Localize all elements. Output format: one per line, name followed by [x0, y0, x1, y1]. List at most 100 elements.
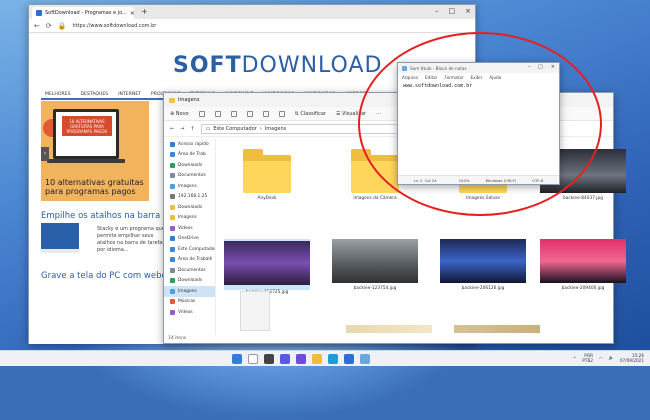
nav-item[interactable]: DESTAQUES — [81, 92, 109, 98]
image-thumbnail — [540, 239, 626, 283]
notepad-icon[interactable] — [360, 354, 370, 364]
paste-icon[interactable] — [230, 110, 237, 117]
chat-icon[interactable] — [296, 354, 306, 364]
edge-icon[interactable] — [328, 354, 338, 364]
task-view-icon[interactable] — [264, 354, 274, 364]
sidebar-item[interactable]: 192.168.1.25 — [164, 192, 215, 203]
system-tray: ^ POR PTB2 ◠ 🔈 15:26 07/09/2021 — [573, 353, 644, 363]
taskbar: ^ POR PTB2 ◠ 🔈 15:26 07/09/2021 — [0, 350, 650, 366]
folder-icon — [169, 97, 175, 103]
file-explorer-icon[interactable] — [312, 354, 322, 364]
image-item[interactable]: backiee-123754.jpg — [332, 239, 418, 291]
image-thumbnail-partial[interactable] — [346, 325, 432, 333]
search-icon[interactable] — [248, 354, 258, 364]
nav-item[interactable]: MELHORES — [45, 92, 71, 98]
sidebar-item-icon — [170, 152, 175, 158]
delete-icon[interactable] — [278, 110, 285, 117]
sidebar-item-icon — [170, 288, 175, 294]
share-icon[interactable] — [262, 110, 269, 117]
forward-icon[interactable]: → — [180, 126, 184, 132]
sidebar-item[interactable]: Vídeos — [164, 223, 215, 234]
minimize-icon[interactable]: – — [435, 7, 439, 15]
chevron-right-icon: › — [259, 125, 262, 132]
explorer-title: Imagens — [178, 97, 200, 103]
image-thumbnail — [440, 239, 526, 283]
browser-tab[interactable]: SoftDownload - Programas e jo... × — [32, 7, 134, 19]
tab-bar: SoftDownload - Programas e jo... × + – □… — [29, 5, 475, 19]
back-icon[interactable]: ← — [170, 126, 174, 132]
file-thumbnail[interactable] — [240, 291, 270, 331]
sort-button[interactable]: ⇅ Classificar — [295, 111, 326, 117]
image-item-selected[interactable]: backiee-112725.jpg — [224, 239, 310, 295]
store-icon[interactable] — [344, 354, 354, 364]
sidebar-item[interactable]: Downloads — [164, 276, 215, 287]
copy-icon[interactable] — [214, 110, 221, 117]
breadcrumb-item[interactable]: Imagens — [265, 126, 286, 132]
sidebar-item[interactable]: Área de Trab — [164, 150, 215, 161]
sidebar-item-label: Este Computador — [178, 246, 215, 252]
language-indicator[interactable]: POR PTB2 — [582, 353, 593, 363]
sidebar-item[interactable]: Imagens — [164, 286, 215, 297]
address-bar: ← ⟳ 🔒 https://www.softdownload.com.br — [29, 19, 475, 33]
wifi-icon[interactable]: ◠ — [599, 356, 603, 361]
new-button[interactable]: ⊕ Novo — [170, 111, 189, 117]
sidebar-item[interactable]: Área de Trabalh — [164, 255, 215, 266]
maximize-icon[interactable]: □ — [449, 7, 456, 15]
sidebar-item-label: Imagens — [178, 215, 197, 221]
sidebar-item-icon — [170, 299, 175, 305]
sidebar-item[interactable]: Este Computador — [164, 244, 215, 255]
sidebar-item-label: Músicas — [178, 299, 196, 305]
navigation-pane: Acesso rápido Área de Trab Downloads Docume… — [164, 139, 216, 335]
site-favicon-icon — [36, 10, 42, 16]
up-icon[interactable]: ↑ — [190, 126, 194, 132]
clock[interactable]: 15:26 07/09/2021 — [620, 353, 644, 363]
article-excerpt: Stacky é um programa que permite empilha… — [97, 226, 165, 253]
nav-item[interactable]: INTERNET — [118, 92, 141, 98]
folder-item[interactable]: AnyDesk — [224, 149, 310, 201]
sidebar-item-label: Vídeos — [178, 309, 193, 315]
url-field[interactable]: https://www.softdownload.com.br — [72, 23, 156, 29]
article-title[interactable]: 10 alternativas gratuitas para programas… — [45, 178, 157, 196]
folder-icon — [243, 149, 291, 193]
sidebar-item-icon — [170, 183, 175, 189]
refresh-icon[interactable]: ⟳ — [46, 22, 52, 30]
widgets-icon[interactable] — [280, 354, 290, 364]
new-tab-icon[interactable]: + — [141, 7, 148, 16]
sidebar-item[interactable]: OneDrive — [164, 234, 215, 245]
image-item[interactable]: backiee-209400.jpg — [540, 239, 626, 291]
sidebar-item[interactable]: Imagens — [164, 213, 215, 224]
carousel-prev-button[interactable]: ‹ — [41, 147, 49, 161]
sidebar-item[interactable]: Documentos — [164, 171, 215, 182]
sidebar-item[interactable]: Documentos — [164, 265, 215, 276]
sidebar-item-label: Acesso rápido — [178, 141, 209, 147]
sidebar-item[interactable]: Músicas — [164, 297, 215, 308]
rename-icon[interactable] — [246, 110, 253, 117]
sidebar-item-icon — [170, 225, 175, 231]
sidebar-item-icon — [170, 204, 175, 210]
pc-icon: ▭ — [205, 125, 211, 132]
back-icon[interactable]: ← — [34, 22, 40, 30]
image-thumbnail-partial[interactable] — [454, 325, 540, 333]
cut-icon[interactable] — [198, 110, 205, 117]
image-item[interactable]: backiee-206126.jpg — [440, 239, 526, 291]
sidebar-item-icon — [170, 257, 175, 263]
breadcrumb-item[interactable]: Este Computador — [213, 126, 256, 132]
sidebar-item[interactable]: Downloads — [164, 160, 215, 171]
article-heading[interactable]: Grave a tela do PC com webcam — [41, 271, 180, 281]
close-tab-icon[interactable]: × — [130, 10, 134, 17]
sidebar-item-label: Área de Trab — [178, 152, 206, 158]
chevron-up-icon[interactable]: ^ — [573, 356, 577, 361]
sidebar-item-icon — [170, 267, 175, 273]
article-thumbnail[interactable] — [41, 223, 79, 253]
volume-icon[interactable]: 🔈 — [609, 355, 614, 361]
close-icon[interactable]: × — [465, 7, 471, 15]
laptop-base-graphic — [47, 159, 125, 163]
sidebar-item-label: Downloads — [178, 162, 203, 168]
sidebar-item[interactable]: Downloads — [164, 202, 215, 213]
laptop-graphic: 10 ALTERNATIVAS GRATUITAS PARA PROGRAMAS… — [53, 109, 119, 159]
start-icon[interactable] — [232, 354, 242, 364]
sidebar-item[interactable]: Imagens — [164, 181, 215, 192]
site-logo[interactable]: SOFTDOWNLOAD — [173, 53, 382, 78]
sidebar-item[interactable]: Vídeos — [164, 307, 215, 318]
sidebar-item[interactable]: Acesso rápido — [164, 139, 215, 150]
